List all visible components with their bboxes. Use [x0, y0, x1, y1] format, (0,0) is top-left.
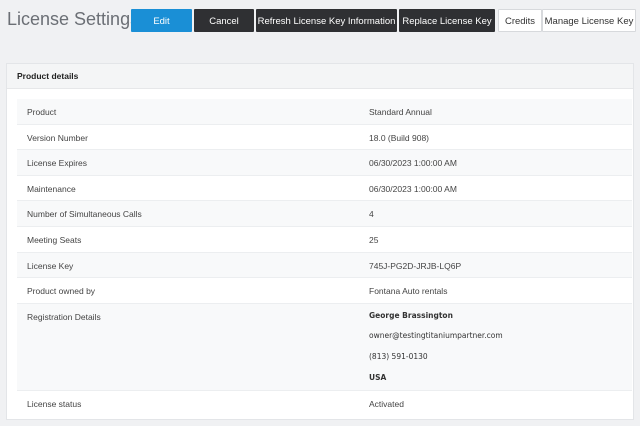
top-bar: License Settings Edit Cancel Refresh Lic… — [0, 0, 640, 46]
row-label: Product — [27, 107, 57, 117]
table-row: Meeting Seats 25 — [17, 225, 632, 252]
row-value: 25 — [369, 234, 379, 245]
table-row: License status Activated — [17, 389, 632, 416]
row-label: Meeting Seats — [27, 234, 82, 245]
registration-details-row: Registration Details George Brassington … — [17, 302, 632, 393]
row-value: Standard Annual — [369, 107, 432, 117]
table-row: Product Standard Annual — [17, 99, 632, 124]
row-value: 06/30/2023 1:00:00 AM — [369, 158, 457, 169]
manage-license-key-button[interactable]: Manage License Key — [542, 9, 636, 32]
row-value: 4 — [369, 209, 374, 220]
row-label: Registration Details — [27, 311, 101, 322]
registrant-email: owner@testingtitaniumpartner.com — [369, 331, 503, 341]
license-key-value: 745J-PG2D-JRJB-LQ6P — [369, 260, 462, 271]
row-label: Number of Simultaneous Calls — [27, 209, 142, 220]
registration-details: George Brassington owner@testingtitanium… — [369, 311, 503, 393]
refresh-license-key-button[interactable]: Refresh License Key Information — [256, 9, 397, 32]
row-value: 06/30/2023 1:00:00 AM — [369, 183, 457, 194]
replace-license-key-button[interactable]: Replace License Key — [399, 9, 495, 32]
card-title: Product details — [7, 64, 633, 89]
license-status-value: Activated — [369, 398, 404, 409]
table-row: Maintenance 06/30/2023 1:00:00 AM — [17, 174, 632, 201]
row-label: Product owned by — [27, 286, 96, 297]
product-details-table: Product Standard Annual Version Number 1… — [17, 99, 632, 415]
table-row: Number of Simultaneous Calls 4 — [17, 200, 632, 226]
row-label: License Expires — [27, 158, 88, 169]
page-title: License Settings — [7, 9, 140, 29]
row-label: License status — [27, 398, 82, 409]
row-value: Fontana Auto rentals — [369, 286, 448, 297]
edit-button[interactable]: Edit — [131, 9, 192, 32]
row-label: License Key — [27, 260, 74, 271]
row-label: Version Number — [27, 132, 88, 143]
table-row: License Key 745J-PG2D-JRJB-LQ6P — [17, 251, 632, 278]
table-row: Version Number 18.0 (Build 908) — [17, 123, 632, 150]
credits-button[interactable]: Credits — [498, 9, 542, 32]
row-value: 18.0 (Build 908) — [369, 132, 430, 143]
registrant-name: George Brassington — [369, 310, 453, 320]
table-row: License Expires 06/30/2023 1:00:00 AM — [17, 149, 632, 175]
cancel-button[interactable]: Cancel — [194, 9, 254, 32]
product-details-card: Product details Product Standard Annual … — [6, 63, 634, 420]
row-label: Maintenance — [27, 183, 76, 194]
registrant-phone: (813) 591-0130 — [369, 351, 428, 361]
table-row: Product owned by Fontana Auto rentals — [17, 277, 632, 303]
